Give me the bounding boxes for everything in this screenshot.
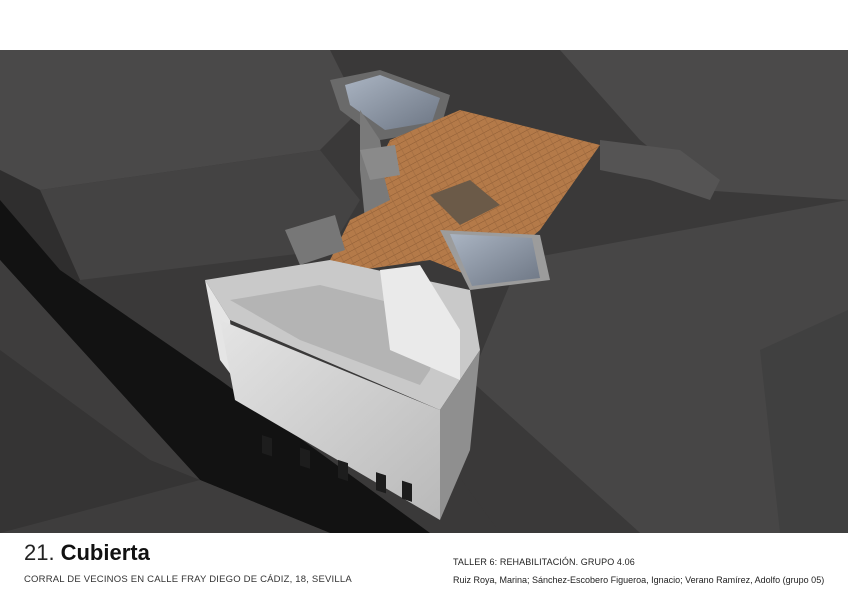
course-label: TALLER 6: REHABILITACIÓN. GRUPO 4.06 — [453, 557, 635, 567]
roof-render — [0, 50, 848, 533]
sheet-subtitle: CORRAL DE VECINOS EN CALLE FRAY DIEGO DE… — [24, 574, 352, 585]
sheet-number: 21. — [24, 540, 55, 565]
sheet-title: Cubierta — [60, 540, 150, 565]
authors-label: Ruiz Roya, Marina; Sánchez-Escobero Figu… — [453, 575, 825, 585]
credits: TALLER 6: REHABILITACIÓN. GRUPO 4.06 Rui… — [453, 557, 843, 585]
roof-render-drawing — [0, 50, 848, 533]
sheet-caption: 21. Cubierta CORRAL DE VECINOS EN CALLE F… — [24, 540, 444, 585]
sheet-heading: 21. Cubierta — [24, 540, 444, 566]
